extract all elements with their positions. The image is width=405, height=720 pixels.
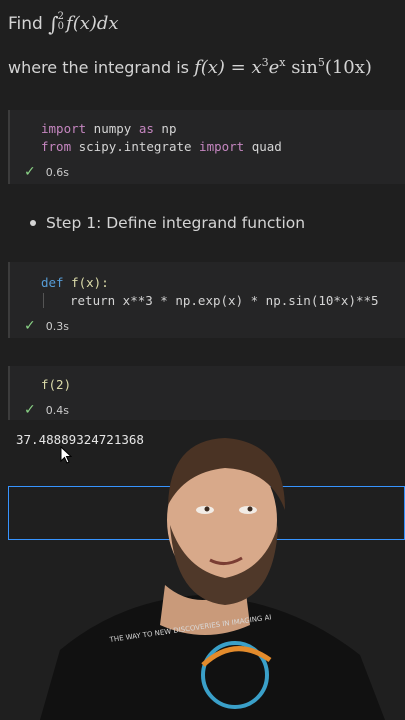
presenter-webcam-overlay: THE WAY TO NEW DISCOVERIES IN IMAGING AI <box>40 438 385 720</box>
code-cell-imports[interactable]: import numpy as np from scipy.integrate … <box>8 110 405 184</box>
integrand-definition: where the integrand is f(x) = x3ex sin5(… <box>8 56 372 78</box>
check-icon: ✓ <box>24 164 36 180</box>
code-cell-function[interactable]: def f(x): return x**3 * np.exp(x) * np.s… <box>8 262 405 338</box>
code-editor[interactable]: def f(x): return x**3 * np.exp(x) * np.s… <box>10 262 405 310</box>
code-editor[interactable]: f(2) <box>10 366 405 394</box>
check-icon: ✓ <box>24 318 36 334</box>
execution-status: ✓ 0.3s <box>24 318 69 334</box>
code-line: from scipy.integrate import quad <box>41 139 282 154</box>
integral-expression: ∫ 2 0 f(x)dx <box>48 10 119 36</box>
code-editor[interactable]: import numpy as np from scipy.integrate … <box>10 110 405 156</box>
code-line: import numpy as np <box>41 121 177 136</box>
execution-status: ✓ 0.6s <box>24 164 69 180</box>
bullet-dot <box>30 220 36 226</box>
task-text: Find ∫ 2 0 f(x)dx <box>8 10 119 36</box>
step1-bullet: Step 1: Define integrand function <box>30 214 305 232</box>
